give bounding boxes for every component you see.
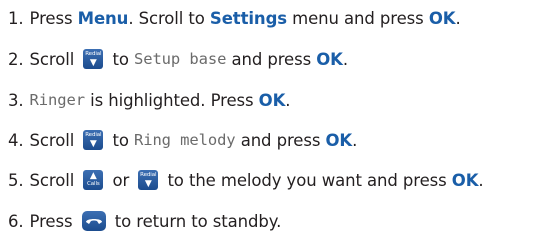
step-6: 6. Press to return to standby.	[8, 206, 281, 236]
step-number: 2.	[8, 49, 24, 69]
step-number: 5.	[8, 170, 24, 190]
end-call-key-icon	[81, 211, 106, 231]
step-number: 1.	[8, 8, 24, 28]
step-text: .	[342, 49, 349, 69]
keyword-ok: OK	[428, 8, 456, 28]
keyword-ok: OK	[325, 130, 353, 150]
step-text: and press	[226, 49, 317, 69]
step-text: menu and press	[287, 8, 429, 28]
redial-down-key-icon: Redial ▼	[138, 170, 159, 190]
keyword-settings: Settings	[209, 8, 288, 28]
keyword-ok: OK	[451, 170, 479, 190]
keyword-ok: OK	[316, 49, 343, 69]
lcd-text: Ringer	[29, 91, 86, 109]
step-text: .	[478, 170, 484, 190]
step-text: Scroll	[29, 130, 80, 150]
step-text: Press	[29, 211, 78, 231]
step-text: is highlighted. Press	[84, 90, 259, 110]
step-number: 3.	[8, 90, 24, 110]
step-number: 6.	[8, 211, 24, 231]
step-text: .	[285, 90, 291, 110]
key-label: Calls	[87, 181, 100, 187]
redial-down-key-icon: Redial ▼	[83, 130, 104, 150]
step-text: .	[455, 8, 461, 28]
step-text: to the melody you want and press	[162, 170, 452, 190]
key-label: Redial	[85, 51, 102, 57]
phone-handset-icon	[85, 219, 102, 224]
step-text: to	[107, 49, 134, 69]
step-text: Scroll	[29, 170, 80, 190]
keyword-menu: Menu	[77, 8, 129, 28]
step-text: Scroll	[29, 49, 80, 69]
step-1: 1. Press Menu . Scroll to Settings menu …	[8, 3, 461, 33]
step-text: Press	[29, 8, 78, 28]
step-text: . Scroll to	[128, 8, 210, 28]
key-label: Redial	[85, 132, 102, 138]
step-2: 2. Scroll Redial ▼ to Setup base and pre…	[8, 44, 348, 74]
step-text: to	[107, 130, 134, 150]
step-4: 4. Scroll Redial ▼ to Ring melody and pr…	[8, 125, 357, 155]
step-text: to return to standby.	[109, 211, 282, 231]
keyword-ok: OK	[258, 90, 286, 110]
step-3: 3. Ringer is highlighted. Press OK .	[8, 85, 291, 115]
step-5: 5. Scroll ▲ Calls or Redial ▼ to the mel…	[8, 165, 484, 195]
step-number: 4.	[8, 130, 24, 150]
key-label: Redial	[140, 172, 157, 178]
step-text: and press	[235, 130, 326, 150]
lcd-text: Ring melody	[133, 131, 236, 149]
lcd-text: Setup base	[133, 50, 227, 68]
redial-down-key-icon: Redial ▼	[83, 49, 104, 69]
step-text: .	[352, 130, 358, 150]
calls-up-key-icon: ▲ Calls	[83, 170, 104, 190]
step-text: or	[107, 170, 135, 190]
